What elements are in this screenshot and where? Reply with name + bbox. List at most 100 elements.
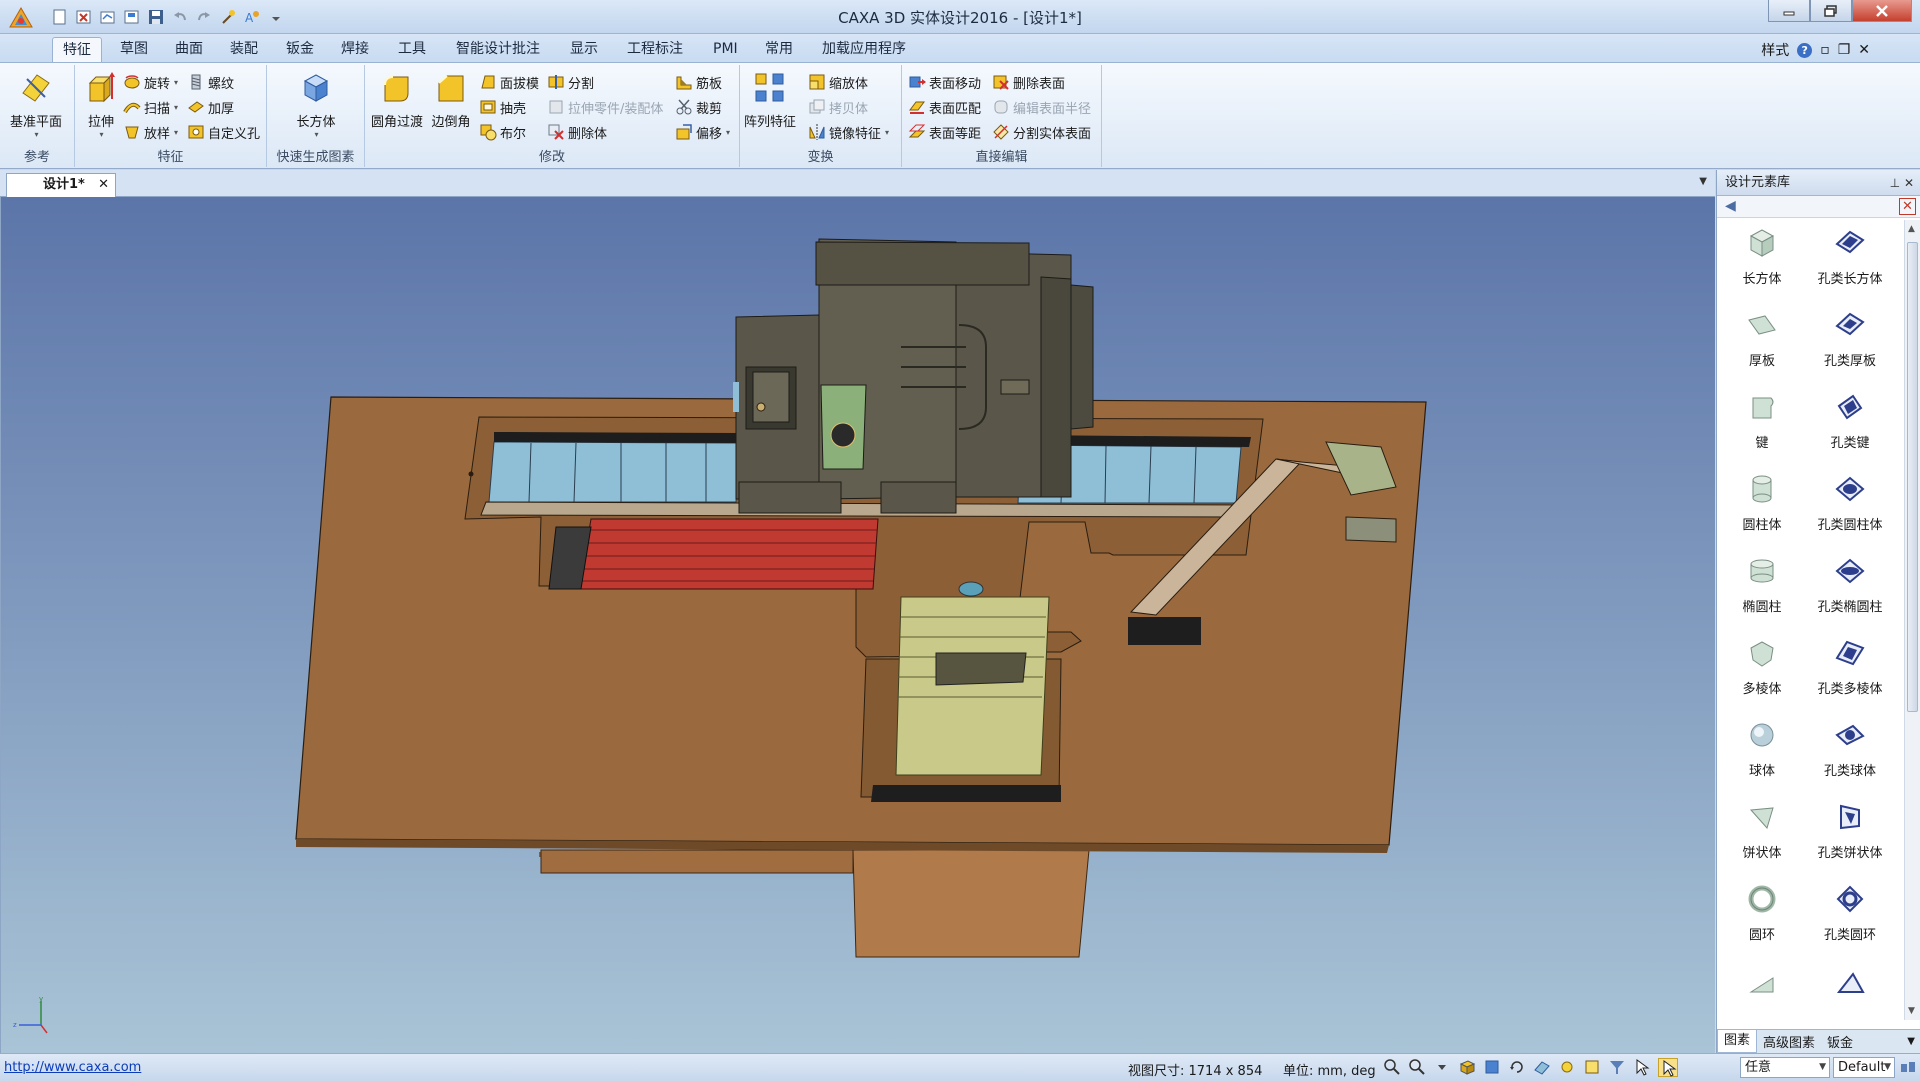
library-item-torus[interactable]: 圆环 [1717, 876, 1807, 958]
ribbon-minimize-icon[interactable]: ▫ [1820, 42, 1830, 58]
tab-surface[interactable]: 曲面 [165, 37, 213, 62]
split-solid-face-button[interactable]: 分割实体表面 [992, 121, 1091, 143]
panel-pin-close-icon[interactable]: ⊥ ✕ [1890, 170, 1914, 196]
trim-button[interactable]: 裁剪 [675, 96, 722, 118]
library-item-cylinder-hole[interactable]: 孔类圆柱体 [1805, 466, 1895, 548]
fillet-button[interactable]: 圆角过渡 [371, 67, 423, 130]
chamfer-button[interactable]: 边倒角 [425, 67, 477, 130]
tab-engineering-annotation[interactable]: 工程标注 [617, 37, 693, 62]
network-status-icon[interactable] [1900, 1060, 1916, 1078]
minimize-button[interactable] [1768, 0, 1810, 22]
close-window-button[interactable] [1852, 0, 1912, 22]
copy-body-button[interactable]: 拷贝体 [808, 96, 868, 118]
box-select-icon[interactable] [1583, 1058, 1603, 1077]
library-item-box[interactable]: 长方体 [1717, 220, 1807, 302]
thicken-button[interactable]: 加厚 [187, 96, 234, 118]
library-tab-dropdown-icon[interactable]: ▼ [1901, 1036, 1920, 1047]
edit-face-radius-button[interactable]: 编辑表面半径 [992, 96, 1091, 118]
scroll-thumb[interactable] [1907, 242, 1918, 712]
pattern-button[interactable]: 阵列特征 [744, 67, 796, 130]
extrude-button[interactable]: 拉伸 ▾ [75, 67, 127, 139]
library-item-elliptic-cylinder-hole[interactable]: 孔类椭圆柱 [1805, 548, 1895, 630]
tab-common[interactable]: 常用 [755, 37, 803, 62]
library-tab-primitives[interactable]: 图素 [1717, 1030, 1758, 1053]
tab-sketch[interactable]: 草图 [110, 37, 158, 62]
document-tab[interactable]: 设计1* ✕ [6, 173, 116, 197]
back-arrow-icon[interactable]: ◀ [1725, 199, 1741, 215]
library-item-cylinder[interactable]: 圆柱体 [1717, 466, 1807, 548]
ribbon-close-icon[interactable]: ✕ [1858, 42, 1870, 58]
library-tab-sheetmetal[interactable]: 钣金 [1821, 1032, 1859, 1051]
library-item-sphere[interactable]: 球体 [1717, 712, 1807, 794]
tab-pmi[interactable]: PMI [703, 37, 748, 62]
view-orient-icon[interactable] [1458, 1058, 1478, 1077]
help-icon[interactable]: ? [1797, 42, 1813, 58]
custom-hole-button[interactable]: 自定义孔 [187, 121, 260, 143]
close-document-icon[interactable]: ✕ [98, 174, 109, 196]
ribbon-restore-icon[interactable]: ❐ [1838, 42, 1851, 58]
delete-body-button[interactable]: 删除体 [547, 121, 607, 143]
library-item-elliptic-cylinder[interactable]: 椭圆柱 [1717, 548, 1807, 630]
library-item-more-2[interactable] [1805, 958, 1895, 1020]
library-item-plate[interactable]: 厚板 [1717, 302, 1807, 384]
loft-button[interactable]: 放样 ▾ [123, 121, 178, 143]
library-item-plate-hole[interactable]: 孔类厚板 [1805, 302, 1895, 384]
document-list-icon[interactable]: ▼ [1699, 176, 1707, 187]
filter-icon[interactable] [1608, 1058, 1628, 1077]
pointer-icon[interactable] [1658, 1058, 1678, 1077]
scroll-up-icon[interactable]: ▲ [1908, 224, 1915, 234]
tab-tools[interactable]: 工具 [388, 37, 436, 62]
shell-button[interactable]: 抽壳 [479, 96, 526, 118]
library-tab-advanced[interactable]: 高级图素 [1757, 1032, 1821, 1051]
selection-filter-select[interactable]: 任意 ▼ [1740, 1057, 1830, 1078]
library-item-prism[interactable]: 多棱体 [1717, 630, 1807, 712]
library-item-key-hole[interactable]: 孔类键 [1805, 384, 1895, 466]
rotate-view-icon[interactable] [1508, 1058, 1528, 1077]
zoom-window-icon[interactable] [1408, 1058, 1428, 1077]
library-item-key[interactable]: 键 [1717, 384, 1807, 466]
stretch-part-button[interactable]: 拉伸零件/装配体 [547, 96, 663, 118]
library-item-prism-hole[interactable]: 孔类多棱体 [1805, 630, 1895, 712]
tab-assembly[interactable]: 装配 [220, 37, 268, 62]
delete-face-button[interactable]: 删除表面 [992, 71, 1065, 93]
scale-body-button[interactable]: 缩放体 [808, 71, 868, 93]
machine-assembly-model[interactable] [1, 197, 1715, 1053]
library-item-pie-hole[interactable]: 孔类饼状体 [1805, 794, 1895, 876]
tab-load-apps[interactable]: 加载应用程序 [812, 37, 916, 62]
offset-face-button[interactable]: 表面等距 [908, 121, 981, 143]
scroll-down-icon[interactable]: ▼ [1908, 1006, 1915, 1016]
close-library-icon[interactable]: ✕ [1899, 198, 1916, 215]
library-item-box-hole[interactable]: 孔类长方体 [1805, 220, 1895, 302]
library-item-sphere-hole[interactable]: 孔类球体 [1805, 712, 1895, 794]
tab-display[interactable]: 显示 [560, 37, 608, 62]
boolean-button[interactable]: 布尔 [479, 121, 526, 143]
tab-sheetmetal[interactable]: 钣金 [276, 37, 324, 62]
draft-button[interactable]: 面拔模 [479, 71, 539, 93]
library-scrollbar[interactable]: ▲ ▼ [1904, 220, 1920, 1020]
section-view-icon[interactable] [1533, 1058, 1553, 1077]
split-button[interactable]: 分割 [547, 71, 594, 93]
tab-welding[interactable]: 焊接 [331, 37, 379, 62]
datum-plane-button[interactable]: 基准平面 ▾ [10, 67, 62, 139]
3d-viewport[interactable]: y z [0, 197, 1715, 1053]
library-item-pie[interactable]: 饼状体 [1717, 794, 1807, 876]
lighting-icon[interactable] [1558, 1058, 1578, 1077]
pick-icon[interactable] [1633, 1058, 1653, 1077]
render-mode-icon[interactable] [1483, 1058, 1503, 1077]
box-button[interactable]: 长方体 ▾ [290, 67, 342, 139]
tab-smart-annotation[interactable]: 智能设计批注 [446, 37, 550, 62]
dropdown-icon[interactable] [1433, 1058, 1453, 1077]
style-select[interactable]: Default ▼ [1833, 1057, 1895, 1078]
rib-button[interactable]: 筋板 [675, 71, 722, 93]
match-face-button[interactable]: 表面匹配 [908, 96, 981, 118]
revolve-button[interactable]: 旋转 ▾ [123, 71, 178, 93]
move-face-button[interactable]: 表面移动 [908, 71, 981, 93]
library-item-torus-hole[interactable]: 孔类圆环 [1805, 876, 1895, 958]
mirror-feature-button[interactable]: 镜像特征 ▾ [808, 121, 889, 143]
style-menu-label[interactable]: 样式 [1761, 40, 1789, 60]
zoom-icon[interactable] [1383, 1058, 1403, 1077]
tab-feature[interactable]: 特征 [52, 37, 102, 62]
library-item-more-1[interactable] [1717, 958, 1807, 1020]
offset-button[interactable]: 偏移 ▾ [675, 121, 730, 143]
thread-button[interactable]: 螺纹 [187, 71, 234, 93]
